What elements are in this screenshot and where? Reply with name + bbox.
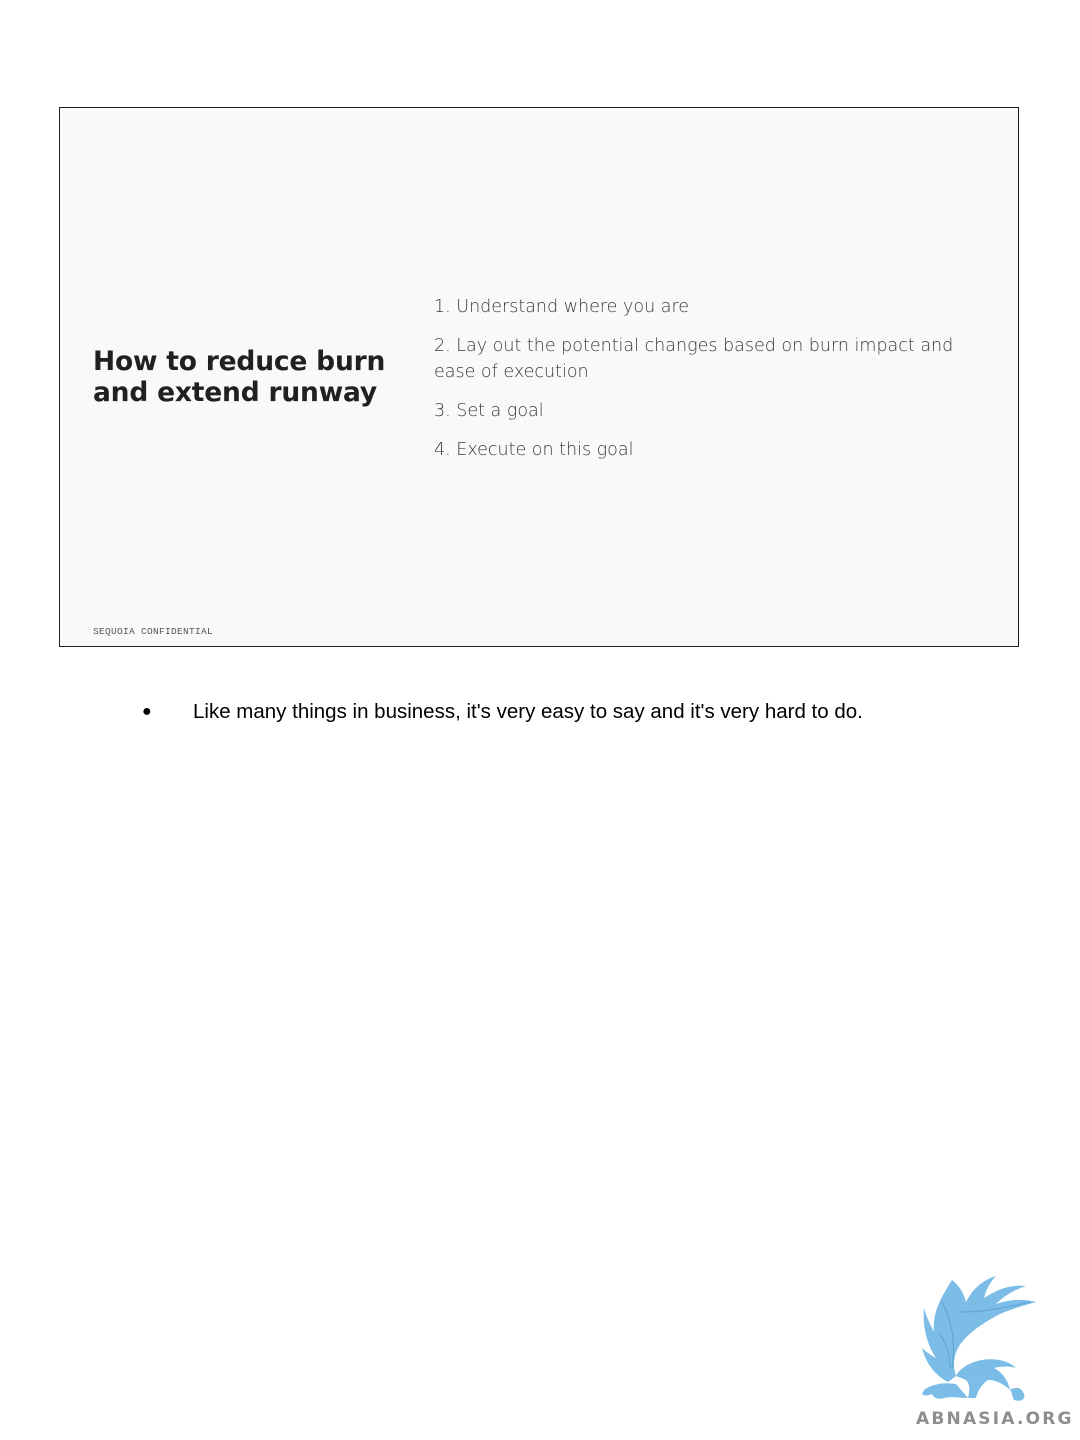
- speaker-notes: ● Like many things in business, it's ver…: [142, 698, 1022, 726]
- step-item: 1. Understand where you are: [434, 297, 690, 317]
- griffin-logo-icon: ABNASIA.ORG: [916, 1276, 1074, 1429]
- note-item: ● Like many things in business, it's ver…: [142, 698, 1022, 726]
- watermark-text: ABNASIA.ORG: [916, 1409, 1074, 1429]
- step-item: 2. Lay out the potential changes based o…: [434, 336, 954, 382]
- slide-frame: How to reduce burn and extend runway 1. …: [59, 107, 1019, 647]
- step-item: 3. Set a goal: [434, 401, 544, 421]
- steps-list: 1. Understand where you are 2. Lay out t…: [434, 294, 974, 476]
- slide-title: How to reduce burn and extend runway: [93, 346, 386, 408]
- confidential-label: SEQUOIA CONFIDENTIAL: [93, 626, 214, 637]
- note-text: Like many things in business, it's very …: [193, 700, 863, 723]
- step-item: 4. Execute on this goal: [434, 440, 634, 460]
- bullet-icon: ●: [142, 703, 152, 720]
- watermark-logo: ABNASIA.ORG: [912, 1272, 1080, 1440]
